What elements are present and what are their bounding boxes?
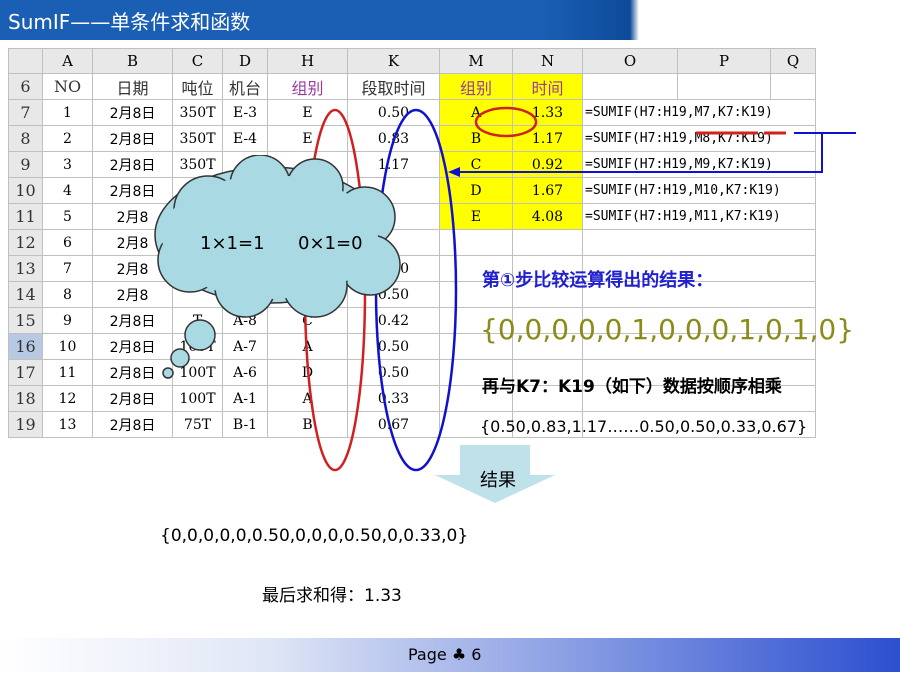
result-label: 结果 [480,470,516,491]
thought-cloud [154,155,401,379]
multiply-note: 再与K7：K19（如下）数据按顺序相乘 [482,377,782,397]
red-ellipse-criteria [474,106,538,138]
step1-note: 第①步比较运算得出的结果： [482,270,714,291]
time-array: {0.50,0.83,1.17……0.50,0.50,0.33,0.67} [480,417,808,436]
pointer-line [455,133,823,173]
comparison-array: {0,0,0,0,0,1,0,0,0,1,0,1,0} [480,313,855,346]
product-array: {0,0,0,0,0,0.50,0,0,0,0.50,0,0.33,0} [160,526,469,546]
final-sum: 最后求和得：1.33 [262,586,402,606]
cloud-text-true: 1×1=1 [200,233,265,254]
cloud-text-false: 0×1=0 [298,233,363,254]
page-number: Page ♣ 6 [408,645,482,664]
